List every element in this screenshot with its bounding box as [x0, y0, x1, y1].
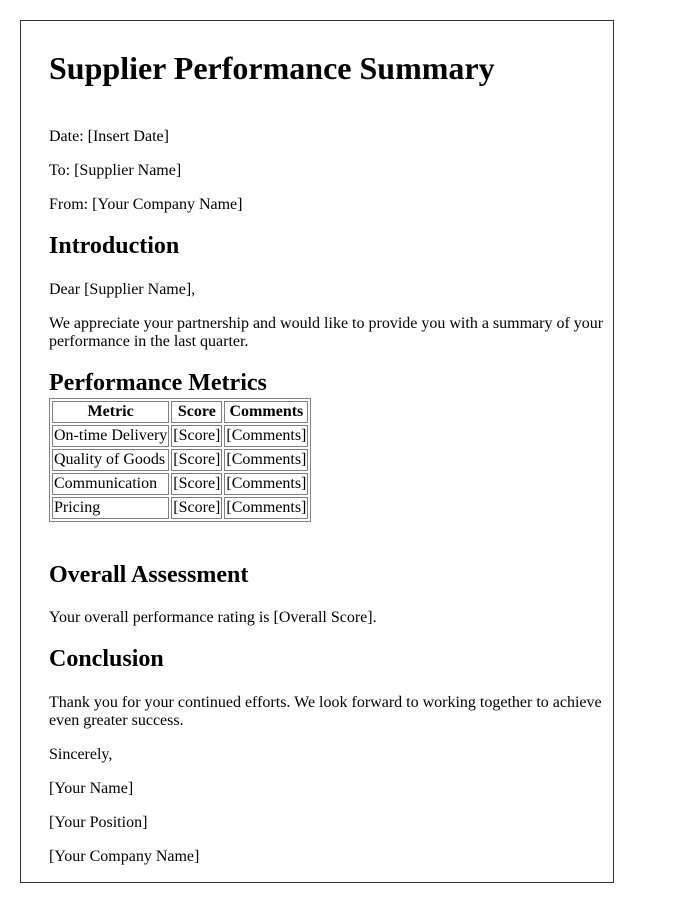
score-cell: [Score] — [171, 497, 223, 519]
column-header-comments: Comments — [224, 401, 309, 423]
performance-metrics-heading: Performance Metrics — [49, 370, 267, 396]
signoff: Sincerely, — [49, 746, 113, 763]
column-header-metric: Metric — [52, 401, 170, 423]
to-line: To: [Supplier Name] — [49, 162, 182, 179]
metric-cell: Pricing — [52, 497, 170, 519]
introduction-heading: Introduction — [49, 233, 180, 259]
performance-metrics-table: Metric Score Comments On-time Delivery [… — [49, 398, 312, 522]
table-row: Quality of Goods [Score] [Comments] — [52, 449, 309, 471]
overall-assessment-body: Your overall performance rating is [Over… — [49, 609, 377, 626]
from-line: From: [Your Company Name] — [49, 196, 243, 213]
page-title: Supplier Performance Summary — [49, 50, 495, 86]
score-cell: [Score] — [171, 425, 223, 447]
comments-cell: [Comments] — [224, 497, 309, 519]
signer-position: [Your Position] — [49, 814, 148, 831]
metric-cell: Communication — [52, 473, 170, 495]
signer-company: [Your Company Name] — [49, 848, 200, 865]
conclusion-body: Thank you for your continued efforts. We… — [49, 694, 602, 729]
score-cell: [Score] — [171, 473, 223, 495]
letter-page: Supplier Performance Summary Date: [Inse… — [20, 20, 614, 883]
metric-cell: On-time Delivery — [52, 425, 170, 447]
table-row: On-time Delivery [Score] [Comments] — [52, 425, 309, 447]
signer-name: [Your Name] — [49, 780, 134, 797]
date-line: Date: [Insert Date] — [49, 128, 169, 145]
score-cell: [Score] — [171, 449, 223, 471]
introduction-body: We appreciate your partnership and would… — [49, 315, 604, 350]
conclusion-heading: Conclusion — [49, 646, 164, 672]
comments-cell: [Comments] — [224, 473, 309, 495]
comments-cell: [Comments] — [224, 425, 309, 447]
metric-cell: Quality of Goods — [52, 449, 170, 471]
column-header-score: Score — [171, 401, 223, 423]
overall-assessment-heading: Overall Assessment — [49, 562, 249, 588]
comments-cell: [Comments] — [224, 449, 309, 471]
table-row: Communication [Score] [Comments] — [52, 473, 309, 495]
table-row: Pricing [Score] [Comments] — [52, 497, 309, 519]
salutation: Dear [Supplier Name], — [49, 281, 196, 298]
table-header-row: Metric Score Comments — [52, 401, 309, 423]
